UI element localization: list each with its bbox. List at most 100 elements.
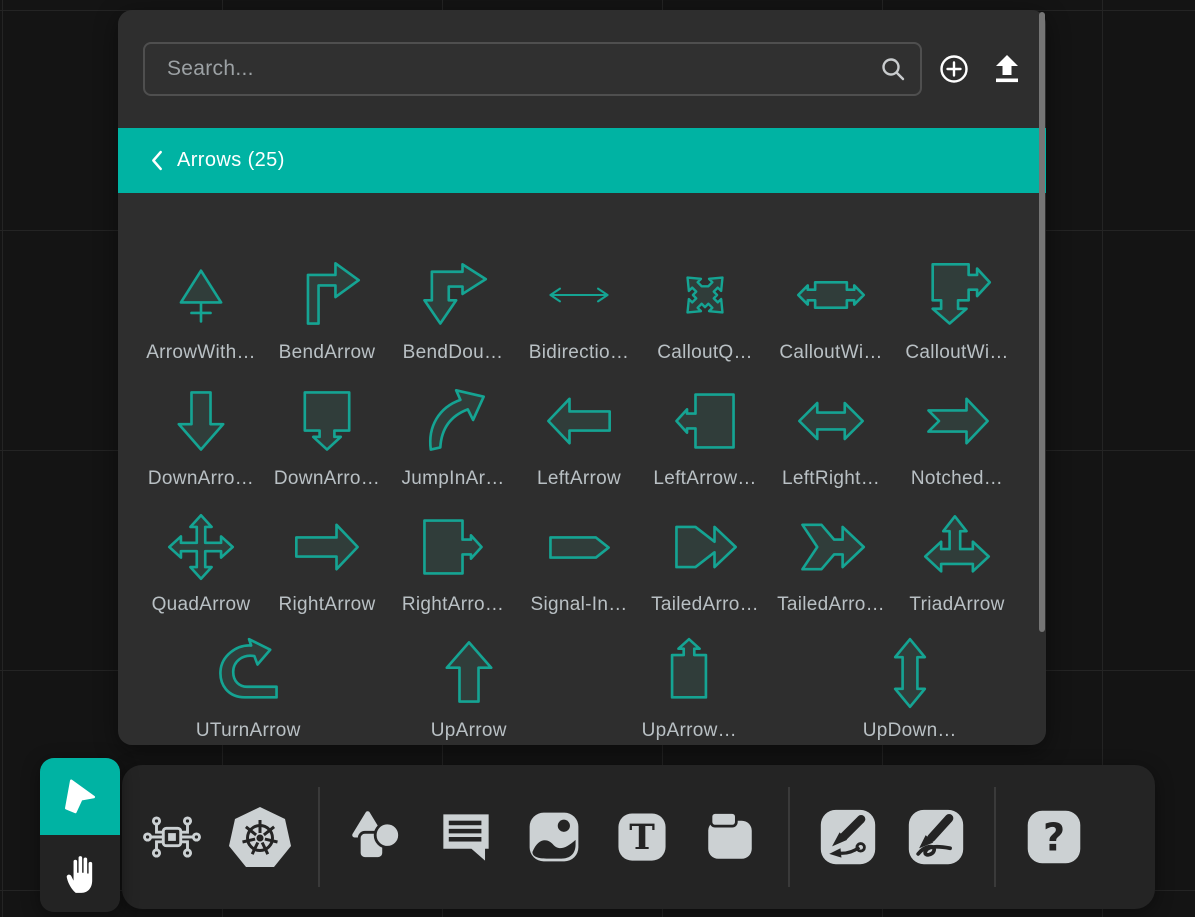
select-tool[interactable]	[40, 758, 120, 835]
shape-left-arrow-callout[interactable]: LeftArrow…	[645, 375, 765, 491]
shape-label: CalloutWi…	[905, 341, 1008, 365]
shape-callout-with-horizontal-arrows[interactable]: CalloutWi…	[771, 249, 891, 365]
pen-arrow-icon	[818, 807, 878, 867]
search-box[interactable]	[143, 42, 922, 96]
tailed-arrow-2-icon	[791, 510, 871, 584]
shape-glyph	[539, 249, 619, 341]
shapes-tool[interactable]	[348, 807, 408, 867]
comment-icon	[437, 808, 495, 866]
shape-down-arrow-callout[interactable]: DownArro…	[267, 375, 387, 491]
note-tool[interactable]	[700, 807, 760, 867]
kubernetes-tool[interactable]	[230, 807, 290, 867]
shape-down-arrow[interactable]: DownArro…	[141, 375, 261, 491]
shape-callout-quad-arrow[interactable]: CalloutQ…	[645, 249, 765, 365]
shape-label: RightArro…	[402, 593, 504, 617]
shape-label: ArrowWith…	[146, 341, 256, 365]
category-header-arrows[interactable]: Arrows (25)	[118, 128, 1046, 193]
tailed-arrow-icon	[665, 510, 745, 584]
shape-bend-arrow[interactable]: BendArrow	[267, 249, 387, 365]
magnifier-icon	[880, 56, 906, 82]
shape-quad-arrow[interactable]: QuadArrow	[141, 501, 261, 617]
shape-glyph	[917, 249, 997, 341]
shape-label: LeftRight…	[782, 467, 880, 491]
shape-glyph	[870, 627, 950, 719]
shape-left-right-arrow[interactable]: LeftRight…	[771, 375, 891, 491]
help-button[interactable]: ?	[1024, 807, 1084, 867]
shapes-icon	[348, 807, 408, 867]
kubernetes-icon	[228, 805, 292, 869]
left-arrow-callout-icon	[665, 384, 745, 458]
shape-bend-double-arrow[interactable]: BendDou…	[393, 249, 513, 365]
u-turn-arrow-icon	[208, 636, 288, 710]
svg-text:?: ?	[1043, 816, 1065, 860]
shape-grid: ArrowWith… BendArrow BendDou… Bidirectio…	[138, 193, 1020, 741]
pan-tool[interactable]	[40, 835, 120, 912]
shape-glyph	[429, 627, 509, 719]
circuit-icon	[141, 806, 203, 868]
shape-left-arrow[interactable]: LeftArrow	[519, 375, 639, 491]
shape-label: UpDown…	[863, 719, 957, 741]
shape-label: UpArrow	[431, 719, 507, 741]
network-nodes-tool[interactable]	[142, 807, 202, 867]
connector-pen-tool[interactable]	[818, 807, 878, 867]
add-shape-button[interactable]	[938, 53, 970, 85]
shape-glyph	[665, 501, 745, 593]
shape-up-arrow-callout[interactable]: UpArrow…	[629, 627, 749, 741]
shape-signal-in[interactable]: Signal-In…	[519, 501, 639, 617]
shape-up-down-arrow[interactable]: UpDown…	[850, 627, 970, 741]
shape-glyph	[539, 501, 619, 593]
select-pan-tool-group	[40, 758, 120, 912]
shape-tailed-arrow[interactable]: TailedArro…	[645, 501, 765, 617]
shape-jump-in-arrow[interactable]: JumpInAr…	[393, 375, 513, 491]
question-icon: ?	[1025, 808, 1083, 866]
circle-plus-icon	[938, 53, 970, 85]
down-arrow-icon	[161, 384, 241, 458]
shape-u-turn-arrow[interactable]: UTurnArrow	[188, 627, 308, 741]
chevron-left-icon	[150, 150, 163, 171]
jump-in-arrow-icon	[413, 384, 493, 458]
shape-label: JumpInAr…	[401, 467, 504, 491]
shape-label: CalloutQ…	[657, 341, 753, 365]
upload-icon	[993, 54, 1021, 84]
image-tool[interactable]	[524, 807, 584, 867]
shape-notched-right-arrow[interactable]: Notched…	[897, 375, 1017, 491]
shape-label: TailedArro…	[651, 593, 759, 617]
canvas[interactable]: { "colors": { "accent_teal": "#00b3a3", …	[0, 0, 1195, 917]
search-input[interactable]	[165, 56, 880, 82]
text-tool[interactable]: T	[612, 807, 672, 867]
shape-right-arrow-callout[interactable]: RightArro…	[393, 501, 513, 617]
shape-triad-arrow[interactable]: TriadArrow	[897, 501, 1017, 617]
shape-glyph	[287, 375, 367, 467]
panel-scrollbar[interactable]	[1039, 12, 1045, 632]
shape-glyph	[413, 501, 493, 593]
shape-glyph	[161, 375, 241, 467]
freehand-draw-tool[interactable]	[906, 807, 966, 867]
shape-glyph	[161, 249, 241, 341]
shape-up-arrow[interactable]: UpArrow	[409, 627, 529, 741]
shape-tailed-arrow-2[interactable]: TailedArro…	[771, 501, 891, 617]
bend-arrow-icon	[287, 258, 367, 332]
shape-bidirectional-arrow[interactable]: Bidirectio…	[519, 249, 639, 365]
up-arrow-callout-icon	[649, 636, 729, 710]
shape-arrow-with-tail[interactable]: ArrowWith…	[141, 249, 261, 365]
comment-tool[interactable]	[436, 807, 496, 867]
shape-label: TailedArro…	[777, 593, 885, 617]
left-right-arrow-icon	[791, 384, 871, 458]
down-arrow-callout-icon	[287, 384, 367, 458]
shape-glyph	[917, 501, 997, 593]
up-arrow-icon	[429, 636, 509, 710]
left-arrow-icon	[539, 384, 619, 458]
shape-label: RightArrow	[279, 593, 376, 617]
shape-glyph	[791, 501, 871, 593]
shape-label: Signal-In…	[531, 593, 628, 617]
notched-right-arrow-icon	[917, 384, 997, 458]
note-icon	[701, 808, 759, 866]
upload-button[interactable]	[992, 53, 1022, 85]
shape-label: LeftArrow…	[653, 467, 756, 491]
triad-arrow-icon	[917, 510, 997, 584]
shape-label: QuadArrow	[152, 593, 251, 617]
shape-callout-with-right-down-arrows[interactable]: CalloutWi…	[897, 249, 1017, 365]
shape-right-arrow[interactable]: RightArrow	[267, 501, 387, 617]
toolbar-divider	[994, 787, 996, 887]
shape-label: DownArro…	[274, 467, 380, 491]
